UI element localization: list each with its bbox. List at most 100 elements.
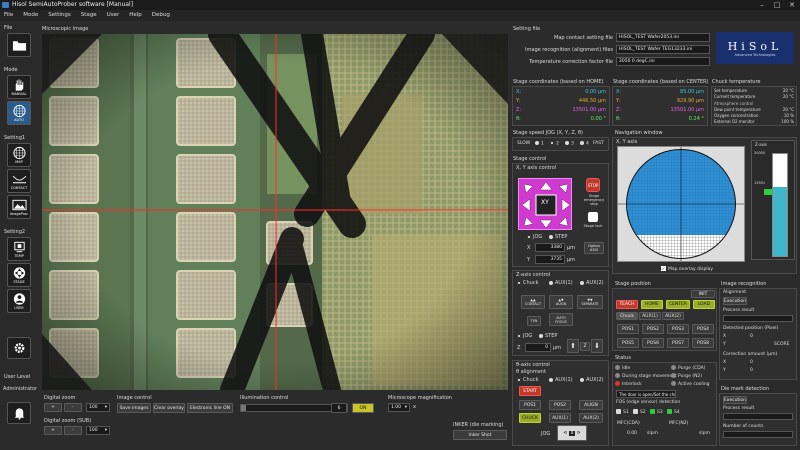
theta-aux1-button[interactable]: AUX(1): [549, 413, 571, 423]
teach-button[interactable]: TEACH: [616, 300, 638, 309]
sidebar: File Mode MANUAL AUTO Setting1 MAP CONTA…: [0, 22, 38, 450]
alignment-execute-button[interactable]: Execution: [723, 297, 747, 305]
ten-button[interactable]: TEN: [527, 316, 541, 326]
pos4-button[interactable]: POS4: [692, 324, 714, 334]
theta-aux2-button[interactable]: AUX(2): [579, 413, 603, 423]
die-mark-execute-button[interactable]: Execution: [723, 396, 747, 404]
map-button[interactable]: MAP: [7, 143, 31, 167]
digital-zoom-sub-select[interactable]: 100 ▾: [86, 426, 110, 435]
z-jog-radio[interactable]: JOG: [517, 333, 532, 339]
pos6-button[interactable]: POS6: [642, 338, 664, 348]
auto-focus-button[interactable]: AUTO FOCUS: [549, 313, 573, 326]
map-contact-file-field[interactable]: HISOL_TEST Wafer2053.ini: [616, 33, 710, 42]
close-button[interactable]: ✕: [786, 1, 798, 9]
speed-2-radio[interactable]: 2: [550, 141, 559, 147]
microscope-image[interactable]: [42, 34, 508, 390]
theta-aux1-radio[interactable]: AUX(1): [549, 377, 573, 383]
theta-aux2-radio[interactable]: AUX(2): [580, 377, 604, 383]
image-recognition-file-field[interactable]: HISOL_TEST Wafer TEG13233.ini: [616, 45, 710, 54]
load-button[interactable]: LOAD: [693, 300, 715, 309]
temp-button[interactable]: TEMP: [7, 237, 31, 261]
theta-start-button[interactable]: START: [519, 386, 541, 396]
xy-jog-pad[interactable]: XY: [518, 178, 572, 230]
z-step-input[interactable]: 0: [525, 343, 551, 352]
menu-settings[interactable]: Settings: [48, 10, 71, 21]
speed-3-radio[interactable]: 3: [565, 141, 574, 147]
menu-user[interactable]: User: [107, 10, 120, 21]
y-step-input[interactable]: 3735: [535, 255, 565, 264]
menu-file[interactable]: File: [4, 10, 13, 21]
magnification-select[interactable]: 1.00 ▾: [388, 403, 410, 412]
menu-stage[interactable]: Stage: [81, 10, 97, 21]
pos7-button[interactable]: POS7: [667, 338, 689, 348]
fos-s3: S3: [650, 409, 663, 415]
digital-zoom-plus-button[interactable]: +: [44, 403, 62, 412]
stop-icon[interactable]: STOP: [586, 178, 600, 192]
map-overlay-checkbox[interactable]: ✓ Map overlay display: [661, 266, 713, 272]
contact-button[interactable]: CONTACT: [7, 169, 31, 193]
digital-zoom-sub-plus-button[interactable]: +: [44, 426, 62, 435]
maximize-button[interactable]: □: [771, 1, 783, 9]
open-file-button[interactable]: [7, 33, 31, 57]
menu-mode[interactable]: Mode: [23, 10, 38, 21]
pos3-button[interactable]: POS3: [667, 324, 689, 334]
electronic-line-button[interactable]: Electronic line ON: [187, 403, 233, 413]
settings-gear-button[interactable]: [7, 337, 31, 359]
digital-zoom-sub-minus-button[interactable]: -: [64, 426, 82, 435]
theta-align-button[interactable]: ALIGN: [579, 400, 603, 410]
z-aux2-radio[interactable]: AUX(2): [580, 280, 604, 286]
theta-pos1-button[interactable]: POS1: [519, 400, 541, 410]
radio-dot: [539, 333, 543, 338]
speed-1-radio[interactable]: 1: [535, 141, 544, 147]
home-button[interactable]: HOME: [641, 300, 663, 309]
menu-help[interactable]: Help: [129, 10, 142, 21]
stage-button[interactable]: STAGE: [7, 263, 31, 287]
tab-aux1[interactable]: AUX(1): [639, 312, 661, 320]
theta-chuck-radio[interactable]: Chuck: [517, 377, 538, 383]
z-gauge-top: 20000: [754, 151, 766, 155]
tab-aux2[interactable]: AUX(2): [662, 312, 684, 320]
theta-pos2-button[interactable]: POS2: [549, 400, 571, 410]
lock-icon[interactable]: [588, 212, 598, 222]
pos2-button[interactable]: POS2: [642, 324, 664, 334]
alarm-button[interactable]: [7, 402, 31, 424]
auto-mode-button[interactable]: AUTO: [7, 101, 31, 125]
pos1-button[interactable]: POS1: [617, 324, 639, 334]
theta-chuck-button[interactable]: CHUCK: [519, 413, 541, 423]
separate-button[interactable]: ▼▼ SEPARATE: [577, 295, 603, 309]
wafer-map[interactable]: [617, 146, 745, 262]
menu-debug[interactable]: Debug: [152, 10, 170, 21]
pos8-button[interactable]: POS8: [692, 338, 714, 348]
theta-jog-dial[interactable]: ⟲ 0 ⟳: [557, 425, 587, 441]
user-button[interactable]: USER: [7, 289, 31, 313]
contact-button[interactable]: ▲▲ CONTACT: [521, 295, 545, 309]
pos5-button[interactable]: POS5: [617, 338, 639, 348]
z-step-radio[interactable]: STEP: [539, 333, 557, 339]
tab-chuck[interactable]: Chuck: [616, 312, 638, 320]
digital-zoom-minus-button[interactable]: -: [64, 403, 82, 412]
align-button[interactable]: ▲▼ ALIGN: [549, 295, 573, 309]
digital-zoom-select[interactable]: 100 ▾: [86, 403, 110, 412]
minimize-button[interactable]: –: [756, 1, 768, 9]
save-images-button[interactable]: Save images: [117, 403, 151, 413]
step-radio[interactable]: STEP: [549, 234, 567, 240]
sensor-on-icon: [667, 409, 672, 414]
manual-mode-button[interactable]: MANUAL: [7, 75, 31, 99]
clear-overlay-button[interactable]: Clear overlay: [153, 403, 185, 413]
illumination-on-button[interactable]: ON: [352, 403, 374, 413]
jog-radio[interactable]: JOG: [527, 234, 542, 240]
illumination-value[interactable]: 6: [331, 403, 347, 413]
inker-shot-button[interactable]: Inker Shot: [453, 430, 507, 440]
z-aux1-radio[interactable]: AUX(1): [549, 280, 573, 286]
temp-correction-file-field[interactable]: 2050 0 degC.ini: [616, 57, 710, 66]
z-down-arrow-icon[interactable]: ⬇: [591, 339, 603, 353]
center-button[interactable]: CENTER: [666, 300, 690, 309]
option-axis-button[interactable]: Option AXIS: [584, 242, 604, 254]
init-button[interactable]: INIT: [691, 290, 715, 298]
speed-4-radio[interactable]: 4: [580, 141, 589, 147]
image-proc-button[interactable]: ImageProc: [7, 195, 31, 219]
z-chuck-radio[interactable]: Chuck: [517, 280, 538, 286]
z-up-arrow-icon[interactable]: ⬆: [567, 339, 579, 353]
nav-label: Navigation window: [615, 130, 663, 136]
x-step-input[interactable]: 3380: [535, 243, 565, 252]
